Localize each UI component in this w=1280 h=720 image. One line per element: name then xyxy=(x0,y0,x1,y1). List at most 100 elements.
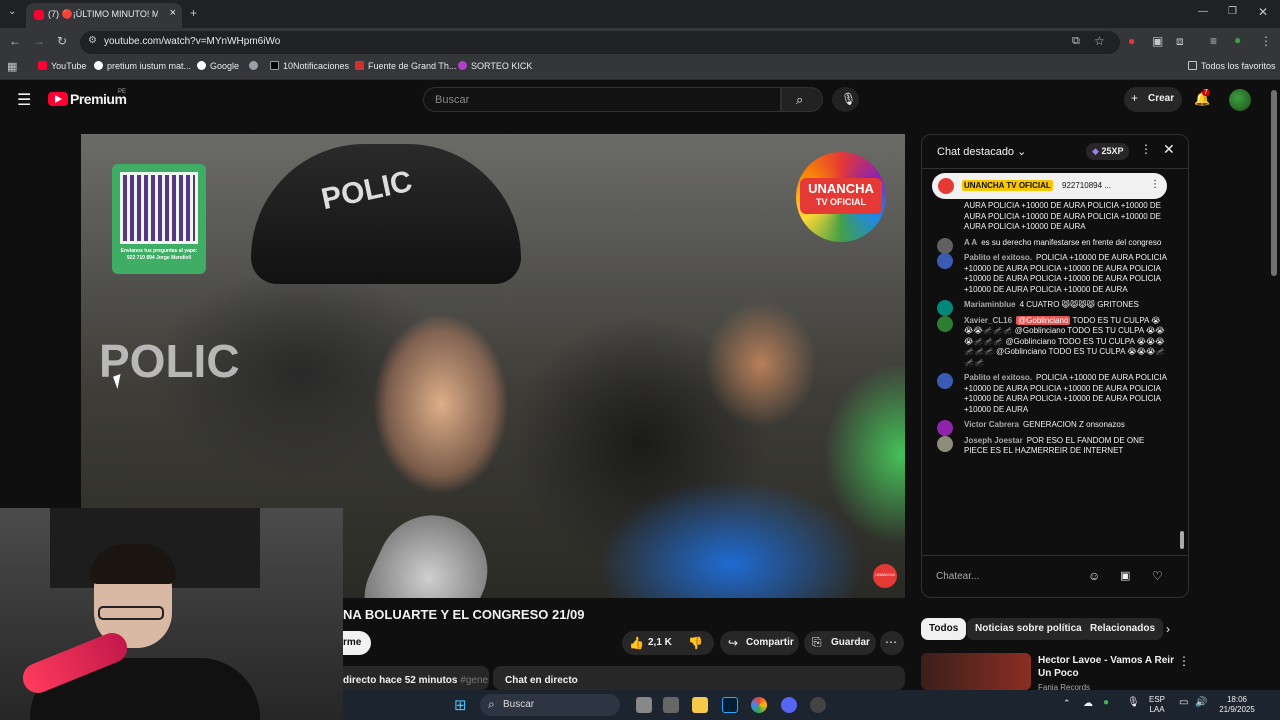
browser-menu-icon[interactable]: ⋮ xyxy=(1260,34,1272,48)
microphone-icon[interactable]: 🎙 xyxy=(1127,697,1140,708)
page-scrollbar[interactable] xyxy=(1271,90,1277,276)
network-icon[interactable]: ▭ xyxy=(1179,697,1188,708)
search-button[interactable]: ⌕ xyxy=(781,87,823,112)
bookmark-globe[interactable] xyxy=(249,61,262,71)
extension-icon[interactable]: ● xyxy=(1128,34,1135,48)
file-explorer-icon[interactable] xyxy=(692,697,708,713)
bookmark-youtube[interactable]: YouTube xyxy=(38,61,86,71)
xp-badge[interactable]: ◆ 25XP xyxy=(1086,143,1130,160)
pinned-more-icon[interactable]: ⋮ xyxy=(1150,179,1160,190)
profile-avatar-icon[interactable]: ● xyxy=(1234,33,1241,47)
chat-author[interactable]: Pablito el exitoso. xyxy=(964,253,1032,262)
avatar[interactable] xyxy=(937,373,953,389)
search-input[interactable]: Buscar xyxy=(423,87,781,112)
avatar[interactable] xyxy=(937,201,953,217)
pinned-message[interactable]: UNANCHA TV OFICIAL 922710894 ... ⋮ xyxy=(932,173,1167,199)
close-icon[interactable]: ✕ xyxy=(1163,141,1175,158)
chat-more-icon[interactable]: ⋮ xyxy=(1140,142,1152,156)
chat-author[interactable]: A A xyxy=(964,238,977,247)
pinned-author: UNANCHA TV OFICIAL xyxy=(962,180,1053,191)
bookmark-sorteo-kick[interactable]: SORTEO KICK xyxy=(458,61,532,71)
clock[interactable]: 18:06 21/9/2025 xyxy=(1215,695,1259,715)
forward-icon[interactable]: → xyxy=(33,34,45,48)
browser-tab[interactable]: (7) 🔴¡ÚLTIMO MINUTO! M × xyxy=(26,3,182,28)
super-chat-icon[interactable]: ▣ xyxy=(1120,569,1130,582)
channel-logo-banner: UNANCHA TV OFICIAL xyxy=(800,178,882,214)
create-label: Crear xyxy=(1148,93,1175,104)
chrome-icon[interactable] xyxy=(751,697,767,713)
region-code: PE xyxy=(118,89,127,95)
maximize-icon[interactable]: ❐ xyxy=(1228,6,1237,17)
tab-close-icon[interactable]: × xyxy=(170,7,176,19)
reading-list-icon[interactable]: ≡ xyxy=(1210,34,1217,48)
account-avatar[interactable] xyxy=(1229,89,1251,111)
chip-all[interactable]: Todos xyxy=(921,618,967,640)
window-close-icon[interactable]: ✕ xyxy=(1258,5,1268,19)
gem-icon: ◆ xyxy=(1092,146,1099,156)
tray-chevron-icon[interactable]: ⌃ xyxy=(1063,698,1071,709)
lang-code: ESP xyxy=(1149,695,1166,704)
streamer-glasses xyxy=(98,606,164,620)
avatar[interactable] xyxy=(937,435,953,452)
chip-related[interactable]: Relacionados xyxy=(1082,618,1164,640)
chat-author[interactable]: Xavier_CL16 xyxy=(964,316,1012,325)
sorteo-icon xyxy=(458,61,467,70)
chat-input[interactable]: Chatear... xyxy=(936,566,1106,588)
app-icon[interactable] xyxy=(663,697,679,713)
chat-title: Chat destacado xyxy=(937,146,1015,158)
related-more-icon[interactable]: ⋮ xyxy=(1178,654,1190,668)
site-info-icon[interactable]: ⚙ xyxy=(88,35,97,46)
cloud-icon[interactable]: ☁ xyxy=(1083,698,1093,709)
app-icon[interactable] xyxy=(810,697,826,713)
avatar[interactable] xyxy=(937,253,953,269)
chat-author[interactable]: Joseph Joestar xyxy=(964,436,1023,445)
related-video-thumbnail[interactable] xyxy=(921,653,1031,690)
voice-search-button[interactable]: 🎙 xyxy=(832,87,859,112)
taskbar-search[interactable]: ⌕ xyxy=(480,694,620,716)
like-icon[interactable]: 👍 xyxy=(629,636,644,650)
related-video-title[interactable]: Hector Lavoe - Vamos A Reir Un Poco xyxy=(1038,654,1174,680)
hashtag[interactable]: #gene xyxy=(460,675,488,686)
chevron-down-icon: ⌄ xyxy=(1017,146,1027,158)
chat-mode-dropdown[interactable]: Chat destacado ⌄ xyxy=(937,145,1026,158)
task-view-icon[interactable] xyxy=(636,697,652,713)
tab-list-icon[interactable]: ⌄ xyxy=(8,6,16,17)
all-favorites[interactable]: Todos los favoritos xyxy=(1188,61,1276,71)
chevron-right-icon[interactable]: › xyxy=(1166,622,1170,636)
bookmark-star-icon[interactable]: ☆ xyxy=(1094,34,1105,48)
back-icon[interactable]: ← xyxy=(9,34,21,48)
discord-icon[interactable] xyxy=(781,697,797,713)
stream-age: directo hace 52 minutos xyxy=(343,675,458,686)
chat-scroll-thumb[interactable] xyxy=(1180,531,1184,549)
bookmark-google[interactable]: Google xyxy=(197,61,239,71)
chat-scrollbar[interactable] xyxy=(1180,171,1184,555)
clock-date: 21/9/2025 xyxy=(1219,705,1255,714)
bookmark-grand-theft[interactable]: Fuente de Grand Th... xyxy=(355,61,456,71)
bookmark-notificaciones[interactable]: 10Notificaciones xyxy=(270,61,349,71)
chat-author[interactable]: Victor Cabrera xyxy=(964,420,1019,429)
windows-start-icon[interactable]: ⊞ xyxy=(454,696,467,714)
minimize-icon[interactable]: — xyxy=(1198,6,1208,17)
emoji-icon[interactable]: ☺ xyxy=(1088,569,1100,583)
reload-icon[interactable]: ↻ xyxy=(57,34,67,48)
chat-author[interactable]: Pablito el exitoso. xyxy=(964,373,1032,382)
apps-grid-icon[interactable]: ▦ xyxy=(7,60,17,73)
avatar[interactable] xyxy=(937,315,953,332)
cast-icon[interactable]: ⧉ xyxy=(1072,35,1080,48)
channel-watermark[interactable]: UNANCHA xyxy=(873,564,897,588)
dislike-icon[interactable]: 👎 xyxy=(688,636,703,650)
heart-icon[interactable]: ♡ xyxy=(1152,569,1163,583)
chat-mention[interactable]: @Goblinciano xyxy=(1016,315,1071,325)
volume-icon[interactable]: 🔊 xyxy=(1195,697,1207,708)
address-bar[interactable]: ⚙ youtube.com/watch?v=MYnWHpm6iWo ⧉ ☆ xyxy=(80,31,1120,54)
extension-icon[interactable]: ▣ xyxy=(1152,34,1163,48)
new-tab-icon[interactable]: + xyxy=(190,6,197,20)
chat-author[interactable]: Mariaminblue xyxy=(964,300,1016,309)
input-language[interactable]: ESP LAA xyxy=(1149,695,1165,715)
chip-politics[interactable]: Noticias sobre política xyxy=(967,618,1090,640)
hamburger-menu-icon[interactable]: ☰ xyxy=(17,90,31,110)
tray-app-icon[interactable]: ● xyxy=(1103,697,1109,708)
photoshop-icon[interactable] xyxy=(722,697,738,713)
bookmark-pretium[interactable]: pretium iustum mat... xyxy=(94,61,191,71)
extensions-puzzle-icon[interactable]: ⧈ xyxy=(1176,34,1184,49)
